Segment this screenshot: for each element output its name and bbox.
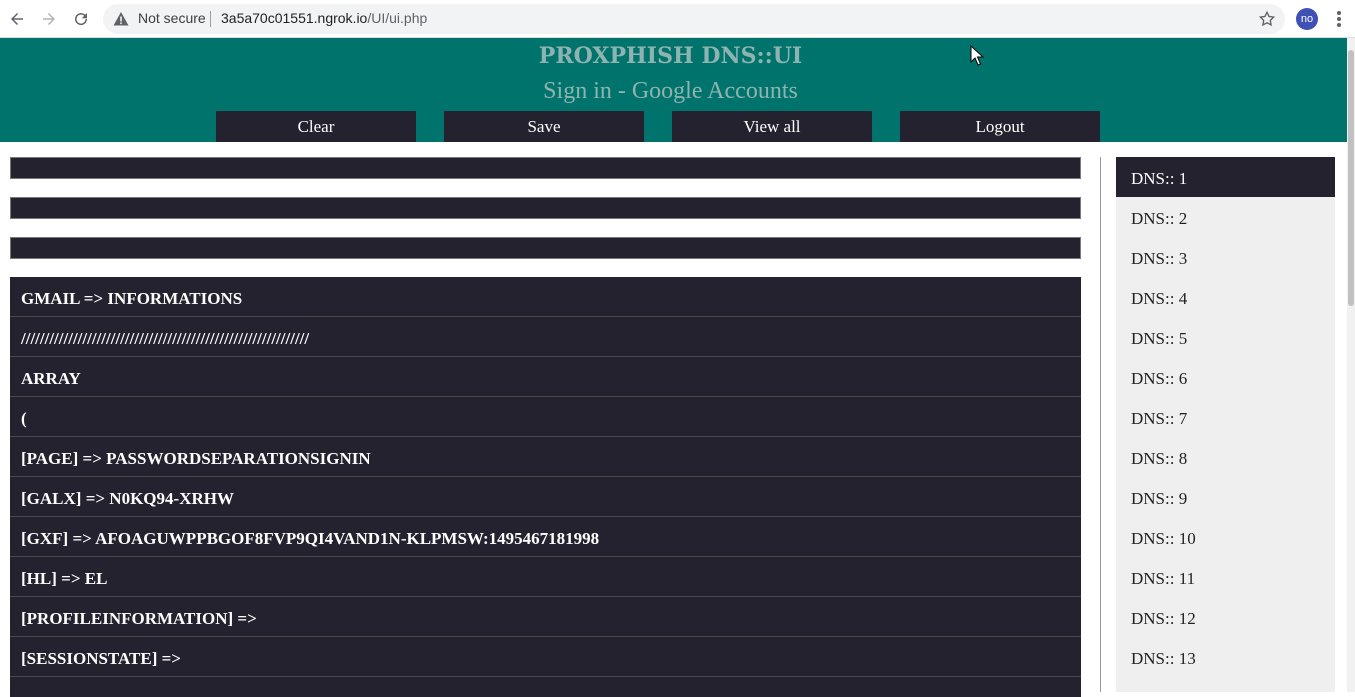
save-button[interactable]: Save bbox=[444, 111, 644, 142]
url-text[interactable]: 3a5a70c01551.ngrok.io/UI/ui.php bbox=[221, 10, 427, 26]
data-row: ( bbox=[10, 397, 1081, 437]
view-all-button[interactable]: View all bbox=[672, 111, 872, 142]
data-row: [HL] => EL bbox=[10, 557, 1081, 597]
address-bar[interactable]: Not secure 3a5a70c01551.ngrok.io/UI/ui.p… bbox=[103, 4, 1285, 34]
browser-menu-icon[interactable] bbox=[1331, 9, 1347, 29]
sidebar-item-dns-13[interactable]: DNS:: 13 bbox=[1116, 637, 1335, 677]
input-field-2[interactable] bbox=[10, 197, 1081, 219]
sidebar-item-dns-3[interactable]: DNS:: 3 bbox=[1116, 237, 1335, 277]
sidebar-item-dns-6[interactable]: DNS:: 6 bbox=[1116, 357, 1335, 397]
captured-data-panel: GMAIL => INFORMATIONS //////////////////… bbox=[10, 277, 1081, 697]
input-field-1[interactable] bbox=[10, 157, 1081, 179]
back-icon[interactable] bbox=[5, 7, 29, 31]
url-host: 3a5a70c01551.ngrok.io bbox=[221, 10, 368, 26]
scrollbar-thumb[interactable] bbox=[1348, 50, 1354, 306]
data-row: [PROFILEINFORMATION] => bbox=[10, 597, 1081, 637]
sidebar-item-dns-12[interactable]: DNS:: 12 bbox=[1116, 597, 1335, 637]
reload-icon[interactable] bbox=[69, 7, 93, 31]
sidebar-item-dns-4[interactable]: DNS:: 4 bbox=[1116, 277, 1335, 317]
sidebar-item-dns-5[interactable]: DNS:: 5 bbox=[1116, 317, 1335, 357]
profile-avatar[interactable]: no bbox=[1296, 8, 1318, 30]
sidebar-item-dns-10[interactable]: DNS:: 10 bbox=[1116, 517, 1335, 557]
mouse-cursor-icon bbox=[970, 45, 985, 66]
data-row: [PAGE] => PASSWORDSEPARATIONSIGNIN bbox=[10, 437, 1081, 477]
data-row: GMAIL => INFORMATIONS bbox=[10, 277, 1081, 317]
page-header: PROXPHISH DNS::UI Sign in - Google Accou… bbox=[0, 38, 1347, 142]
sidebar-item-dns-2[interactable]: DNS:: 2 bbox=[1116, 197, 1335, 237]
sidebar-item-dns-7[interactable]: DNS:: 7 bbox=[1116, 397, 1335, 437]
sidebar-item-dns-1[interactable]: DNS:: 1 bbox=[1116, 157, 1335, 197]
data-row: ////////////////////////////////////////… bbox=[10, 317, 1081, 357]
sidebar-item-dns-9[interactable]: DNS:: 9 bbox=[1116, 477, 1335, 517]
security-label: Not secure bbox=[138, 10, 206, 26]
forward-icon[interactable] bbox=[37, 7, 61, 31]
data-row: ARRAY bbox=[10, 357, 1081, 397]
input-field-3[interactable] bbox=[10, 237, 1081, 259]
data-row: [GALX] => N0KQ94-XRHW bbox=[10, 477, 1081, 517]
page-subtitle: Sign in - Google Accounts bbox=[543, 78, 798, 104]
page-scrollbar[interactable] bbox=[1347, 38, 1355, 692]
data-row: [GXF] => AFOAGUWPPBGOF8FVP9QI4VAND1N-KLP… bbox=[10, 517, 1081, 557]
url-path: /UI/ui.php bbox=[367, 10, 428, 26]
sidebar-item-dns-11[interactable]: DNS:: 11 bbox=[1116, 557, 1335, 597]
address-separator bbox=[210, 11, 211, 27]
sidebar-item-dns-8[interactable]: DNS:: 8 bbox=[1116, 437, 1335, 477]
warning-icon[interactable] bbox=[113, 11, 129, 27]
clear-button[interactable]: Clear bbox=[216, 111, 416, 142]
page-title: PROXPHISH DNS::UI bbox=[538, 43, 803, 69]
data-row: [SESSIONSTATE] => bbox=[10, 637, 1081, 677]
dns-sidebar: DNS:: 1 DNS:: 2 DNS:: 3 DNS:: 4 DNS:: 5 … bbox=[1116, 157, 1335, 692]
logout-button[interactable]: Logout bbox=[900, 111, 1100, 142]
bookmark-star-icon[interactable] bbox=[1258, 10, 1276, 28]
panel-divider bbox=[1100, 157, 1101, 692]
browser-toolbar: Not secure 3a5a70c01551.ngrok.io/UI/ui.p… bbox=[0, 0, 1355, 38]
